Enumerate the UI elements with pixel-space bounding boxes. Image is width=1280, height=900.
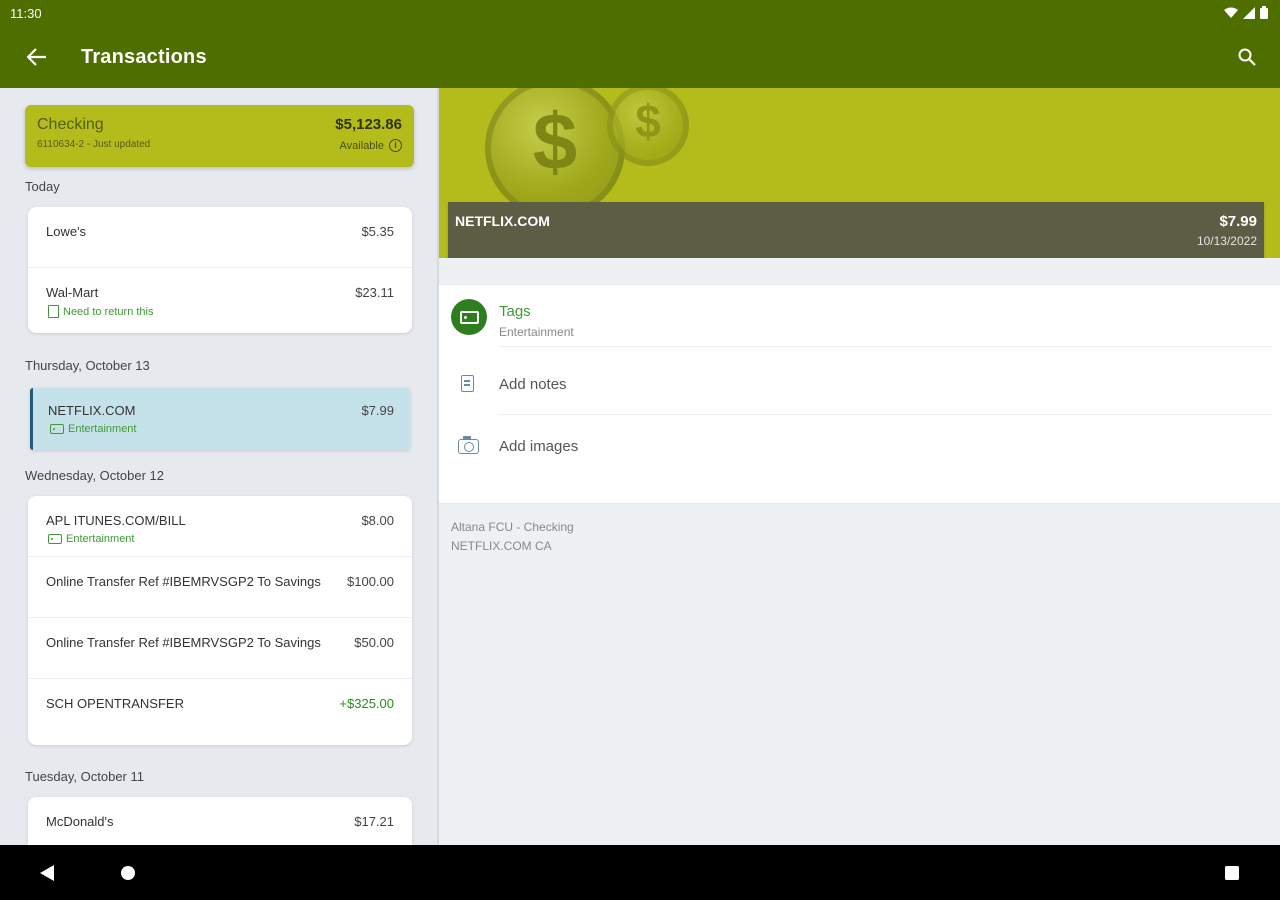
section-header-wednesday: Wednesday, October 12 [25,468,164,483]
system-nav-bar [0,845,1280,900]
notes-icon [461,375,474,392]
transaction-amount: $17.21 [354,814,394,829]
info-icon[interactable]: i [389,139,402,152]
transaction-tag: Entertainment [50,423,136,435]
add-notes-button[interactable]: Add notes [439,355,1280,415]
transaction-amount: $7.99 [361,403,394,418]
back-button[interactable] [22,42,52,72]
add-images-button[interactable]: Add images [439,415,1280,475]
row-divider [499,346,1272,347]
transaction-row[interactable]: APL ITUNES.COM/BILL $8.00 Entertainment [28,496,412,557]
add-notes-label: Add notes [499,376,567,393]
transaction-row[interactable]: SCH OPENTRANSFER +$325.00 [28,679,412,740]
transaction-amount: $50.00 [354,635,394,650]
wifi-icon [1224,7,1238,18]
detail-date: 10/13/2022 [1196,234,1257,248]
search-button[interactable] [1232,42,1262,72]
tag-text: Entertainment [68,423,137,435]
nav-back-icon [40,865,54,881]
transaction-row[interactable]: Wal-Mart $23.11 Need to return this [28,268,412,329]
tags-label: Tags [499,303,531,320]
account-name: Checking [37,116,104,133]
tags-icon [451,299,487,335]
transaction-row-selected[interactable]: NETFLIX.COM $7.99 Entertainment [30,388,410,450]
transaction-description: APL ITUNES.COM/BILL [46,513,186,528]
coin-symbol: $ [532,97,578,186]
transaction-list-pane: Checking 6110634-2 - Just updated $5,123… [0,88,437,845]
detail-account-line: Altana FCU - Checking [451,520,574,534]
transaction-row[interactable]: Lowe's $5.35 [28,207,412,268]
tag-icon [48,534,62,544]
transaction-description: Wal-Mart [46,285,99,300]
account-subtitle: 6110634-2 - Just updated [37,139,151,150]
transaction-row[interactable]: Online Transfer Ref #IBEMRVSGP2 To Savin… [28,557,412,618]
detail-footer-info: Altana FCU - Checking NETFLIX.COM CA [451,518,574,556]
account-balance: $5,123.86 [335,116,402,133]
transaction-description: Lowe's [46,224,87,239]
transaction-amount: $23.11 [355,285,394,300]
detail-raw-description: NETFLIX.COM CA [451,539,552,553]
transaction-amount: $5.35 [361,224,394,239]
transaction-group-today: Lowe's $5.35 Wal-Mart $23.11 Need to ret… [28,207,412,333]
page-title: Transactions [81,46,207,68]
coin-graphic-small: $ [607,88,689,166]
tags-value: Entertainment [499,325,574,339]
section-header-today: Today [25,179,60,194]
tag-icon [50,424,64,434]
nav-back-button[interactable] [33,859,61,887]
transaction-note: Need to return this [48,305,154,318]
system-icons [1224,6,1268,19]
battery-icon [1260,6,1268,19]
coin-graphic: $ [485,88,625,218]
transaction-description: Online Transfer Ref #IBEMRVSGP2 To Savin… [46,635,321,650]
detail-hero: $ $ NETFLIX.COM $7.99 10/13/2022 [439,88,1280,258]
transaction-amount: $100.00 [347,574,394,589]
available-label: Available i [340,139,402,152]
status-time: 11:30 [10,6,42,21]
note-icon [48,305,59,318]
transaction-amount: $8.00 [361,513,394,528]
note-text: Need to return this [63,305,154,318]
add-images-label: Add images [499,438,579,455]
transaction-description: NETFLIX.COM [48,403,136,418]
status-bar: 11:30 [0,0,1280,26]
transaction-description: McDonald's [46,814,114,829]
available-text: Available [339,139,384,152]
detail-header-bar: NETFLIX.COM $7.99 10/13/2022 [448,202,1264,258]
tag-text: Entertainment [66,533,135,545]
back-arrow-icon [27,48,46,66]
detail-amount: $7.99 [1219,213,1257,230]
nav-home-icon [121,866,135,880]
detail-merchant: NETFLIX.COM [455,213,550,229]
signal-icon [1243,6,1255,19]
camera-icon [458,436,479,454]
transaction-amount: +$325.00 [339,696,394,711]
transaction-description: SCH OPENTRANSFER [46,696,184,711]
transaction-tag: Entertainment [48,533,134,545]
nav-recents-icon [1225,866,1239,880]
transaction-row[interactable]: McDonald's $17.21 [28,797,412,845]
transaction-group-wednesday: APL ITUNES.COM/BILL $8.00 Entertainment … [28,496,412,745]
account-card[interactable]: Checking 6110634-2 - Just updated $5,123… [25,105,414,167]
search-icon [1238,48,1256,66]
tags-row[interactable]: Tags Entertainment [439,287,1280,347]
transaction-group-tuesday: McDonald's $17.21 [28,797,412,845]
transaction-row[interactable]: Online Transfer Ref #IBEMRVSGP2 To Savin… [28,618,412,679]
section-header-tuesday: Tuesday, October 11 [25,769,144,784]
detail-actions: Tags Entertainment Add notes Add images [439,284,1280,504]
coin-symbol: $ [635,95,661,147]
nav-recents-button[interactable] [1218,859,1246,887]
app-bar: Transactions [0,26,1280,88]
section-header-thursday: Thursday, October 13 [25,358,150,373]
transaction-detail-pane: $ $ NETFLIX.COM $7.99 10/13/2022 Tags En… [439,88,1280,845]
tag-icon [459,310,479,324]
transaction-description: Online Transfer Ref #IBEMRVSGP2 To Savin… [46,574,321,589]
nav-home-button[interactable] [114,859,142,887]
